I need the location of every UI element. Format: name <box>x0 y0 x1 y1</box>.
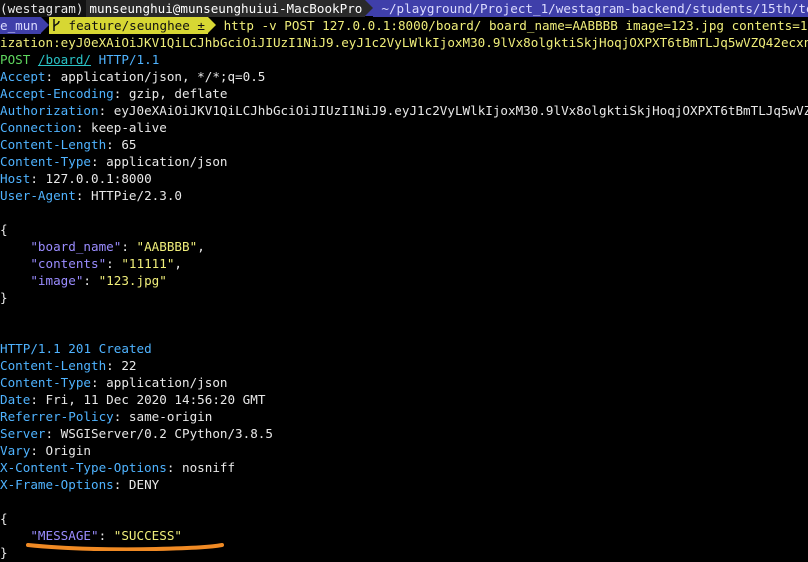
powerline-separator <box>40 17 49 33</box>
header-key: Connection <box>0 120 76 135</box>
response-status-line: HTTP/1.1 201 Created <box>0 340 808 357</box>
git-branch-icon <box>53 19 60 31</box>
header-value: 127.0.0.1:8000 <box>45 171 152 186</box>
git-branch-name: feature/seunghee ± <box>60 18 205 33</box>
header-value: nosniff <box>181 460 236 475</box>
prompt-line: (westagram) munseunghui@munseunghuiui-Mac… <box>0 0 808 17</box>
header-key: Referrer-Policy <box>0 409 114 424</box>
header-value: application/json, */*;q=0.5 <box>60 69 266 84</box>
request-version: /1.1 <box>128 52 160 67</box>
json-entry: "image": "123.jpg" <box>30 273 167 288</box>
terminal-window[interactable]: (westagram) munseunghui@munseunghuiui-Mac… <box>0 0 808 562</box>
json-value: "AABBBB" <box>136 239 198 254</box>
json-comma: , <box>174 256 183 271</box>
json-entry: "contents": "11111", <box>30 256 183 271</box>
header-key: Content-Type <box>0 375 91 390</box>
header-line: Content-Type: application/json <box>0 375 228 390</box>
header-line: Referrer-Policy: same-origin <box>0 409 213 424</box>
header-key: Host <box>0 171 31 186</box>
json-key: "board_name" <box>30 239 122 254</box>
highlight-underline <box>26 543 224 551</box>
request-path: /board/ <box>37 52 92 67</box>
header-key: Content-Length <box>0 358 107 373</box>
header-line: Accept-Encoding: gzip, deflate <box>0 86 228 101</box>
header-key: Date <box>0 392 31 407</box>
header-key: Accept-Encoding <box>0 86 114 101</box>
git-branch-segment: feature/seunghee ± <box>48 17 208 34</box>
response-status: Created <box>98 341 152 356</box>
header-key: Server <box>0 426 46 441</box>
prompt-user-host: munseunghui@munseunghuiui-MacBookPro <box>86 0 366 17</box>
header-line: Accept: application/json, */*;q=0.5 <box>0 69 266 84</box>
request-proto: HTTP <box>98 52 129 67</box>
request-method: POST <box>0 52 31 67</box>
prompt-path-cont: e_mun <box>0 17 41 34</box>
header-key: Authorization <box>0 103 99 118</box>
json-key: "image" <box>30 273 84 288</box>
request-body-close: } <box>0 290 8 305</box>
header-value: HTTPie/2.3.0 <box>91 188 182 203</box>
header-value: eyJ0eXAiOiJKV1QiLCJhbGciOiJIUzI1NiJ9.eyJ… <box>113 103 808 118</box>
header-line: Connection: keep-alive <box>0 120 167 135</box>
virtualenv-label: (westagram) <box>0 0 87 17</box>
header-key: User-Agent <box>0 188 76 203</box>
command-continuation: ization:eyJ0eXAiOiJKV1QiLCJhbGciOiJIUzI1… <box>0 35 808 50</box>
json-value: "11111" <box>121 256 175 271</box>
powerline-separator <box>365 0 374 16</box>
header-line: Content-Length: 65 <box>0 137 137 152</box>
json-entry: "board_name": "AABBBB", <box>30 239 205 254</box>
header-value: 22 <box>121 358 137 373</box>
header-value: application/json <box>106 154 228 169</box>
header-key: Content-Type <box>0 154 91 169</box>
powerline-separator <box>207 17 216 33</box>
header-key: X-Frame-Options <box>0 477 114 492</box>
header-key: Vary <box>0 443 31 458</box>
prompt-line-2: e_mun feature/seunghee ± http -v POST 12… <box>0 17 808 34</box>
command-input[interactable]: http -v POST 127.0.0.1:8000/board/ board… <box>224 18 808 33</box>
response-code: 201 <box>68 341 92 356</box>
header-value: keep-alive <box>91 120 167 135</box>
header-value: WSGIServer/0.2 CPython/3.8.5 <box>60 426 273 441</box>
request-body-open: { <box>0 222 8 237</box>
header-value: 65 <box>121 137 137 152</box>
header-line: Server: WSGIServer/0.2 CPython/3.8.5 <box>0 426 273 441</box>
request-line: POST /board/ HTTP/1.1 <box>0 51 808 68</box>
header-line: Host: 127.0.0.1:8000 <box>0 171 152 186</box>
header-key: Content-Length <box>0 137 107 152</box>
header-key: Accept <box>0 69 46 84</box>
header-value: Fri, 11 Dec 2020 14:56:20 GMT <box>45 392 266 407</box>
header-value: gzip, deflate <box>128 86 228 101</box>
header-line: Content-Type: application/json <box>0 154 228 169</box>
header-line: Content-Length: 22 <box>0 358 137 373</box>
header-line: Date: Fri, 11 Dec 2020 14:56:20 GMT <box>0 392 266 407</box>
header-line: X-Content-Type-Options: nosniff <box>0 460 236 475</box>
command-text <box>216 18 224 33</box>
header-value: application/json <box>106 375 228 390</box>
response-body-open: { <box>0 511 8 526</box>
response-proto: HTTP <box>0 341 31 356</box>
header-key: X-Content-Type-Options <box>0 460 167 475</box>
header-line: X-Frame-Options: DENY <box>0 477 160 492</box>
header-value: DENY <box>128 477 160 492</box>
json-key: "contents" <box>30 256 107 271</box>
header-line: User-Agent: HTTPie/2.3.0 <box>0 188 182 203</box>
response-version: /1.1 <box>30 341 61 356</box>
prompt-path: ~/playground/Project_1/westagram-backend… <box>373 0 808 17</box>
header-line: Vary: Origin <box>0 443 92 458</box>
json-comma: , <box>197 239 205 254</box>
header-value: same-origin <box>128 409 213 424</box>
header-value: Origin <box>45 443 92 458</box>
header-line: Authorization: eyJ0eXAiOiJKV1QiLCJhbGciO… <box>0 102 808 119</box>
json-value: "123.jpg" <box>98 273 167 288</box>
